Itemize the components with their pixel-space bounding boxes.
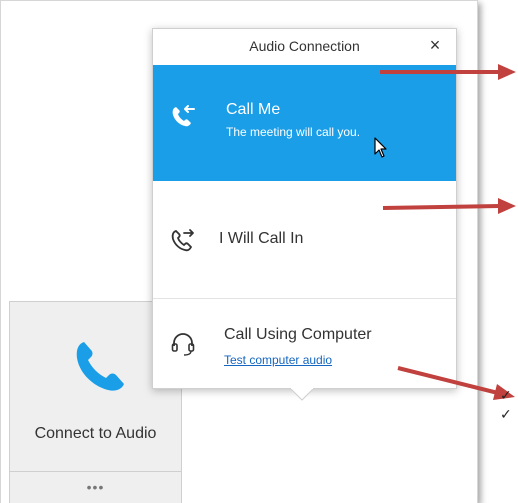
audio-connection-popup: Audio Connection × Call Me The meeting w… <box>152 28 457 389</box>
call-me-option[interactable]: Call Me The meeting will call you. <box>153 65 456 181</box>
call-me-icon <box>172 105 195 127</box>
checkmark: ✓ <box>500 406 512 422</box>
test-computer-audio-link[interactable]: Test computer audio <box>224 353 332 367</box>
call-in-title: I Will Call In <box>219 230 304 247</box>
call-using-computer-title: Call Using Computer <box>224 326 372 343</box>
checkmark: ✓ <box>500 387 512 403</box>
call-using-computer-option[interactable]: Call Using Computer Test computer audio <box>153 299 456 388</box>
mouse-cursor-icon <box>374 137 387 158</box>
call-me-title: Call Me <box>226 101 281 118</box>
more-options-button[interactable]: ••• <box>10 472 181 503</box>
close-button[interactable]: × <box>426 35 444 55</box>
call-in-icon <box>171 229 194 252</box>
headset-icon <box>171 333 195 356</box>
popup-title: Audio Connection <box>249 38 360 54</box>
call-me-subtitle: The meeting will call you. <box>226 125 361 139</box>
phone-icon <box>76 342 124 391</box>
app-window: Connect to Audio ••• Audio Connection × … <box>0 0 478 503</box>
call-in-option[interactable]: I Will Call In <box>153 181 456 299</box>
popup-header: Audio Connection × <box>153 29 456 65</box>
popup-pointer <box>290 388 314 401</box>
annotation-checkmarks: ✓ ✓ <box>500 386 516 424</box>
connect-to-audio-label: Connect to Audio <box>34 425 157 442</box>
